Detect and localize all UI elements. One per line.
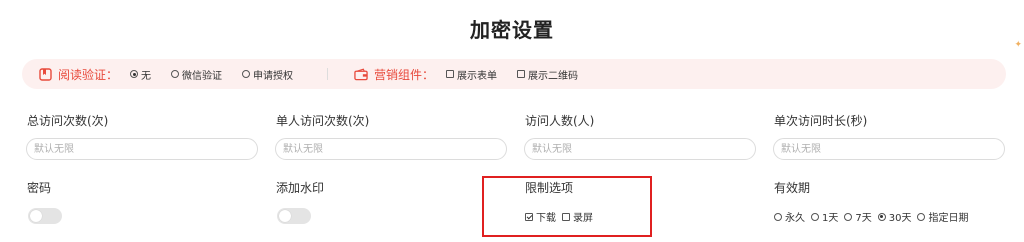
option-label: 7天 <box>855 213 872 224</box>
total-visits-input[interactable] <box>26 138 258 160</box>
limit-options-label: 限制选项 <box>525 181 574 195</box>
read-verify-option-apply[interactable]: 申请授权 <box>242 67 293 82</box>
read-verify-option-wechat[interactable]: 微信验证 <box>171 67 222 82</box>
radio-custom[interactable] <box>917 212 926 221</box>
wallet-icon <box>354 67 368 81</box>
checkbox-form[interactable] <box>446 70 455 78</box>
validity-option-custom[interactable]: 指定日期 <box>917 209 968 224</box>
limit-option-download[interactable]: 下载 <box>525 209 556 224</box>
total-visits-label: 总访问次数(次) <box>27 114 109 128</box>
validity-option-forever[interactable]: 永久 <box>774 209 805 224</box>
radio-30day[interactable] <box>877 212 886 221</box>
marketing-option-qrcode[interactable]: 展示二维码 <box>517 67 578 82</box>
marketing-label: 营销组件： <box>374 67 435 82</box>
watermark-toggle[interactable] <box>277 208 311 224</box>
single-visits-input[interactable] <box>275 138 507 160</box>
checkbox-qrcode[interactable] <box>517 70 526 78</box>
option-label: 永久 <box>785 213 805 224</box>
radio-none[interactable] <box>130 70 139 78</box>
option-label: 录屏 <box>573 213 593 224</box>
password-toggle[interactable] <box>28 208 62 224</box>
validity-row: 永久 1天 7天 30天 指定日期 <box>774 209 974 224</box>
duration-label: 单次访问时长(秒) <box>774 114 868 128</box>
limit-options-row: 下载 录屏 <box>525 209 599 224</box>
option-label: 展示二维码 <box>528 70 579 82</box>
option-bar: 阅读验证： 无 微信验证 申请授权 营销组件： 展示表单 展示二维码 <box>22 59 1006 89</box>
option-label: 申请授权 <box>253 70 294 82</box>
checkbox-download[interactable] <box>525 212 533 221</box>
radio-forever[interactable] <box>774 212 782 221</box>
limit-option-record[interactable]: 录屏 <box>562 209 593 224</box>
option-label: 微信验证 <box>182 70 223 82</box>
visitors-label: 访问人数(人) <box>525 114 595 128</box>
checkbox-record[interactable] <box>562 212 570 221</box>
read-verify-group: 阅读验证： 无 微信验证 申请授权 <box>38 66 293 83</box>
visitors-input[interactable] <box>524 138 756 160</box>
validity-option-1day[interactable]: 1天 <box>811 209 838 224</box>
bar-divider <box>327 68 329 80</box>
page-title: 加密设置 <box>470 18 554 42</box>
validity-option-7day[interactable]: 7天 <box>844 209 872 224</box>
option-label: 下载 <box>536 213 556 224</box>
validity-label: 有效期 <box>774 181 811 195</box>
option-label: 30天 <box>888 213 912 224</box>
bookmark-icon <box>38 67 52 81</box>
marketing-option-form[interactable]: 展示表单 <box>446 67 497 82</box>
radio-1day[interactable] <box>811 212 819 221</box>
sparkle-icon: ✦ <box>1014 40 1022 50</box>
read-verify-option-none[interactable]: 无 <box>130 67 151 82</box>
radio-wechat[interactable] <box>171 70 180 78</box>
validity-option-30day[interactable]: 30天 <box>877 209 912 224</box>
single-visits-label: 单人访问次数(次) <box>276 114 370 128</box>
radio-7day[interactable] <box>844 212 853 221</box>
toggle-knob <box>30 210 42 222</box>
duration-input[interactable] <box>773 138 1005 160</box>
marketing-group: 营销组件： 展示表单 展示二维码 <box>354 66 578 83</box>
option-label: 展示表单 <box>457 70 498 82</box>
toggle-knob <box>279 210 291 222</box>
read-verify-label: 阅读验证： <box>58 67 119 82</box>
option-label: 1天 <box>822 213 839 224</box>
option-label: 无 <box>141 70 152 82</box>
radio-apply[interactable] <box>242 70 251 78</box>
option-label: 指定日期 <box>928 213 969 224</box>
password-label: 密码 <box>27 181 52 195</box>
watermark-label: 添加水印 <box>276 181 325 195</box>
